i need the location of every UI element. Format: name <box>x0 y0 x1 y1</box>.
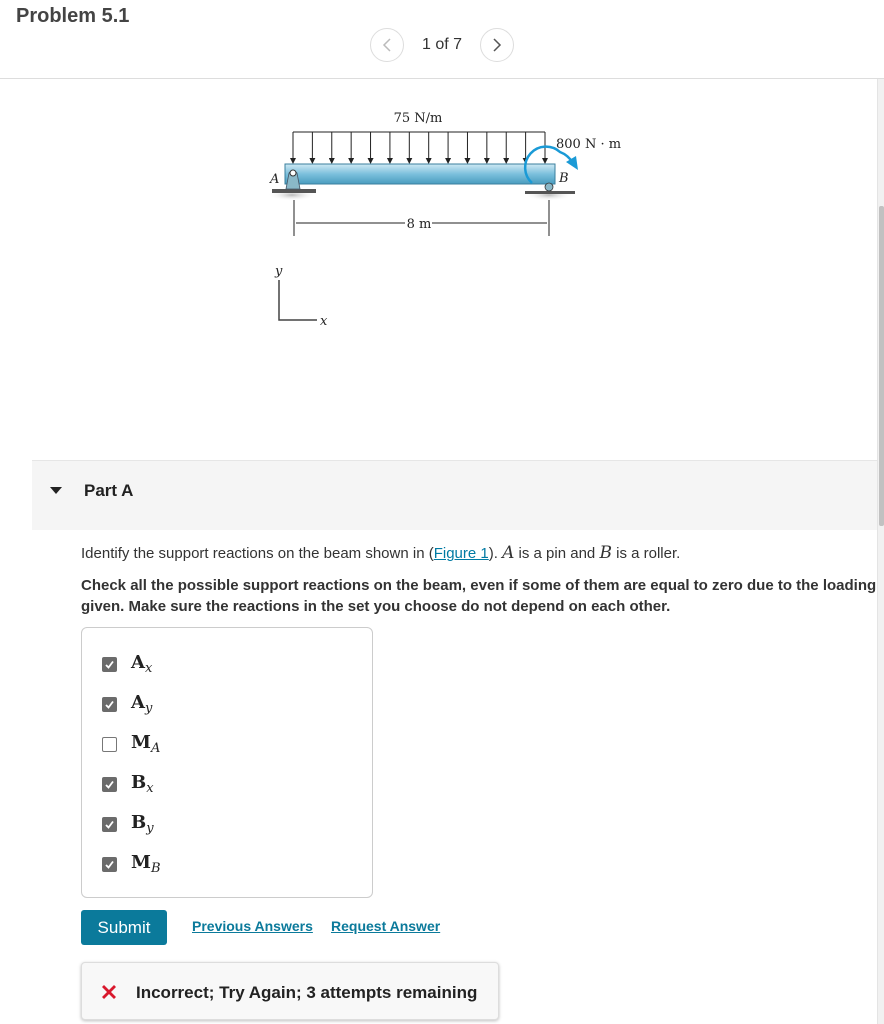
pin-a-hole <box>289 169 297 177</box>
axis-y-label: y <box>274 264 283 279</box>
checkmark-icon <box>105 660 114 669</box>
pager: 1 of 7 <box>370 28 515 62</box>
choice-subscript: B <box>150 861 161 876</box>
next-item-button[interactable] <box>480 28 515 62</box>
distributed-load-label: 75 N/m <box>394 111 443 126</box>
request-answer-link[interactable]: Request Answer <box>331 918 440 934</box>
checkbox-checked[interactable] <box>102 816 117 832</box>
figure-link[interactable]: Figure 1 <box>434 545 489 562</box>
chevron-right-icon <box>493 38 502 52</box>
choice-subscript: x <box>144 661 153 676</box>
choice-label: MA <box>131 732 160 756</box>
checkbox-checked[interactable] <box>102 856 117 872</box>
previous-item-button[interactable] <box>370 28 404 62</box>
choice-main: A <box>131 692 145 713</box>
instruction-bold: Check all the possible support reactions… <box>81 577 877 615</box>
checkbox-checked[interactable] <box>102 656 117 672</box>
support-a-base <box>272 189 316 193</box>
checkmark-icon <box>105 780 114 789</box>
feedback-message: Incorrect; Try Again; 3 attempts remaini… <box>136 983 478 1002</box>
beam <box>284 163 556 185</box>
instruction-text: Identify the support reactions on the be… <box>81 543 680 563</box>
choice-label: MB <box>131 852 161 876</box>
checkmark-icon <box>105 820 114 829</box>
support-b-base <box>525 191 575 194</box>
point-a-label: A <box>269 172 279 187</box>
point-b-label: B <box>558 171 569 186</box>
choice-item[interactable]: MB <box>102 852 161 876</box>
instruction-pre: Identify the support reactions on the be… <box>81 545 434 562</box>
part-label: Part A <box>84 481 134 500</box>
choice-label: By <box>131 812 154 836</box>
checkbox-checked[interactable] <box>102 776 117 792</box>
choice-subscript: A <box>150 741 161 756</box>
pager-count: 1 of 7 <box>422 36 463 53</box>
feedback-box: Incorrect; Try Again; 3 attempts remaini… <box>81 962 499 1020</box>
checkmark-icon <box>105 700 114 709</box>
choice-subscript: x <box>146 781 154 796</box>
scrollbar-thumb[interactable] <box>879 206 884 526</box>
choice-label: Ay <box>131 692 152 716</box>
instruction-mid: is a pin and <box>514 545 600 562</box>
var-a: A <box>502 543 515 563</box>
chevron-left-icon <box>382 38 391 52</box>
choice-main: B <box>131 772 147 793</box>
x-mark-icon <box>102 985 116 999</box>
part-a-header[interactable]: Part A <box>32 460 877 530</box>
moment-label: 800 N · m <box>556 137 621 152</box>
submit-button[interactable]: Submit <box>81 910 167 945</box>
choice-label: Ax <box>131 652 152 676</box>
choice-item[interactable]: MA <box>102 732 160 756</box>
choice-label: Bx <box>131 772 154 796</box>
caret-down-icon[interactable] <box>50 487 62 494</box>
choice-subscript: y <box>146 821 154 836</box>
instruction-post1: ). <box>488 545 503 562</box>
choice-item[interactable]: By <box>102 812 154 836</box>
var-b: B <box>599 543 612 563</box>
choice-item[interactable]: Ay <box>102 692 152 716</box>
choice-main: B <box>131 812 147 833</box>
checkmark-icon <box>105 860 114 869</box>
previous-answers-link[interactable]: Previous Answers <box>192 918 313 934</box>
choice-subscript: y <box>144 701 153 716</box>
axis-x-label: x <box>320 314 328 329</box>
problem-title: Problem 5.1 <box>16 5 130 27</box>
choice-main: A <box>131 652 145 673</box>
instruction-post2: is a roller. <box>611 545 681 562</box>
choices-box: Ax Ay MA Bx By MB <box>81 627 373 898</box>
distributed-load-arrows <box>290 132 548 164</box>
choice-main: M <box>131 852 151 873</box>
checkbox-checked[interactable] <box>102 696 117 712</box>
span-label: 8 m <box>407 217 432 232</box>
beam-figure[interactable]: 75 N/m A B 800 N · m 8 m y x <box>260 100 640 340</box>
support-b-roller <box>544 182 554 192</box>
choice-item[interactable]: Ax <box>102 652 152 676</box>
axis-lines <box>278 280 317 321</box>
checkbox-unchecked[interactable] <box>102 736 117 752</box>
choice-main: M <box>131 732 151 753</box>
choice-item[interactable]: Bx <box>102 772 154 796</box>
